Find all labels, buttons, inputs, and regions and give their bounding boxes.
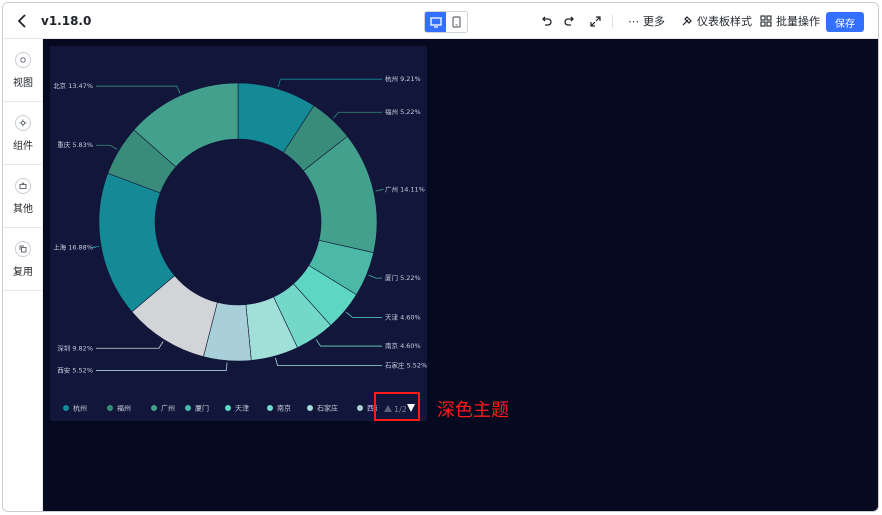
undo-icon [542, 16, 552, 26]
legend-item[interactable]: 石家庄 [317, 404, 338, 413]
sidebar-item-reuse[interactable]: 复用 [3, 228, 43, 291]
legend-item[interactable]: 广州 [161, 404, 175, 413]
pie-chart-card[interactable]: 杭州 9.21% 福州 5.22% 广州 14.11% 厦门 5.22% 天津 4.60… [50, 46, 427, 421]
label-leader-line [333, 111, 382, 119]
legend-marker [357, 405, 363, 411]
slice-label: 广州 14.11% [385, 184, 425, 193]
slice-label: 福州 5.22% [385, 107, 421, 116]
sidebar-item-label: 组件 [13, 140, 33, 152]
grid-icon [760, 15, 772, 27]
desktop-view-button[interactable] [425, 12, 446, 32]
more-label: 更多 [643, 15, 665, 28]
top-toolbar: v1.18.0 ⋯ 更多 仪表板样式 批量操作 保存 [3, 3, 878, 39]
legend-item[interactable]: 天津 [235, 405, 249, 413]
legend-marker [185, 405, 191, 411]
batch-operation-label: 批量操作 [776, 15, 820, 28]
legend-marker [63, 405, 69, 411]
sidebar-item-label: 视图 [13, 77, 33, 89]
label-leader-line [315, 339, 382, 347]
sidebar-item-other[interactable]: 其他 [3, 165, 43, 228]
dashboard-style-button[interactable]: 仪表板样式 [681, 3, 752, 39]
legend-item[interactable]: 杭州 [73, 404, 87, 413]
redo-button[interactable] [563, 3, 577, 39]
legend-pager-highlight [374, 392, 420, 421]
label-leader-line [368, 274, 382, 279]
legend-marker [267, 405, 273, 411]
annotation-label: 深色主题 [437, 400, 509, 421]
legend-item[interactable]: 福州 [117, 404, 131, 413]
gear-icon [15, 114, 31, 131]
slice-label: 石家庄 5.52% [385, 361, 427, 370]
sidebar-item-component[interactable]: 组件 [3, 102, 43, 165]
copy-icon [15, 240, 31, 257]
slice-label: 深圳 9.82% [57, 343, 93, 352]
chevron-left-icon [17, 14, 26, 28]
sidebar-item-label: 其他 [13, 203, 33, 215]
label-leader-line [275, 357, 382, 367]
slice-label: 上海 16.88% [53, 243, 93, 252]
save-button[interactable]: 保存 [826, 12, 864, 32]
label-leader-line [375, 188, 384, 192]
slice-label: 西安 5.52% [57, 366, 93, 375]
version-label: v1.18.0 [41, 14, 92, 28]
donut-chart: 杭州 9.21% 福州 5.22% 广州 14.11% 厦门 5.22% 天津 4.60… [53, 74, 427, 418]
sidebar-item-view[interactable]: 视图 [3, 39, 43, 102]
dashboard-style-label: 仪表板样式 [697, 15, 752, 28]
slice-label: 南京 4.60% [385, 341, 421, 350]
device-switch [424, 11, 468, 33]
legend-marker [107, 405, 113, 411]
box-icon [15, 177, 31, 194]
batch-operation-button[interactable]: 批量操作 [760, 3, 820, 39]
desktop-icon [429, 16, 442, 28]
legend-item[interactable]: 厦门 [195, 404, 209, 413]
slice-label: 北京 13.47% [53, 81, 93, 90]
fullscreen-button[interactable] [588, 3, 602, 39]
more-button[interactable]: ⋯ 更多 [628, 3, 665, 39]
label-leader-line [96, 341, 164, 349]
redo-icon [564, 16, 574, 26]
label-leader-line [346, 311, 382, 318]
ellipsis-icon: ⋯ [628, 14, 639, 28]
dashboard-canvas[interactable]: 杭州 9.21% 福州 5.22% 广州 14.11% 厦门 5.22% 天津 4.60… [43, 39, 878, 511]
slice-label: 杭州 9.21% [385, 74, 421, 83]
slice-label: 天津 4.60% [385, 313, 421, 321]
expand-icon [589, 15, 601, 27]
label-leader-line [96, 144, 118, 150]
slice-label: 厦门 5.22% [385, 273, 421, 282]
sidebar-item-label: 复用 [13, 266, 33, 278]
label-leader-line [96, 362, 228, 371]
component-sidebar: 视图 组件 其他 复用 [3, 39, 43, 511]
label-leader-line [277, 78, 382, 87]
legend-marker [307, 405, 313, 411]
back-button[interactable] [13, 3, 31, 39]
view-icon [15, 51, 31, 68]
legend-marker [225, 405, 231, 411]
label-leader-line [96, 85, 181, 94]
dashboard-editor: v1.18.0 ⋯ 更多 仪表板样式 批量操作 保存 视图 组件 其他 复用 杭… [2, 2, 879, 512]
legend-item[interactable]: 南京 [277, 404, 291, 413]
style-icon [682, 16, 692, 26]
undo-button[interactable] [539, 3, 553, 39]
toolbar-divider [612, 15, 613, 28]
legend-marker [151, 405, 157, 411]
mobile-icon [452, 16, 461, 28]
mobile-view-button[interactable] [446, 12, 467, 32]
slice-label: 重庆 5.83% [57, 140, 93, 149]
